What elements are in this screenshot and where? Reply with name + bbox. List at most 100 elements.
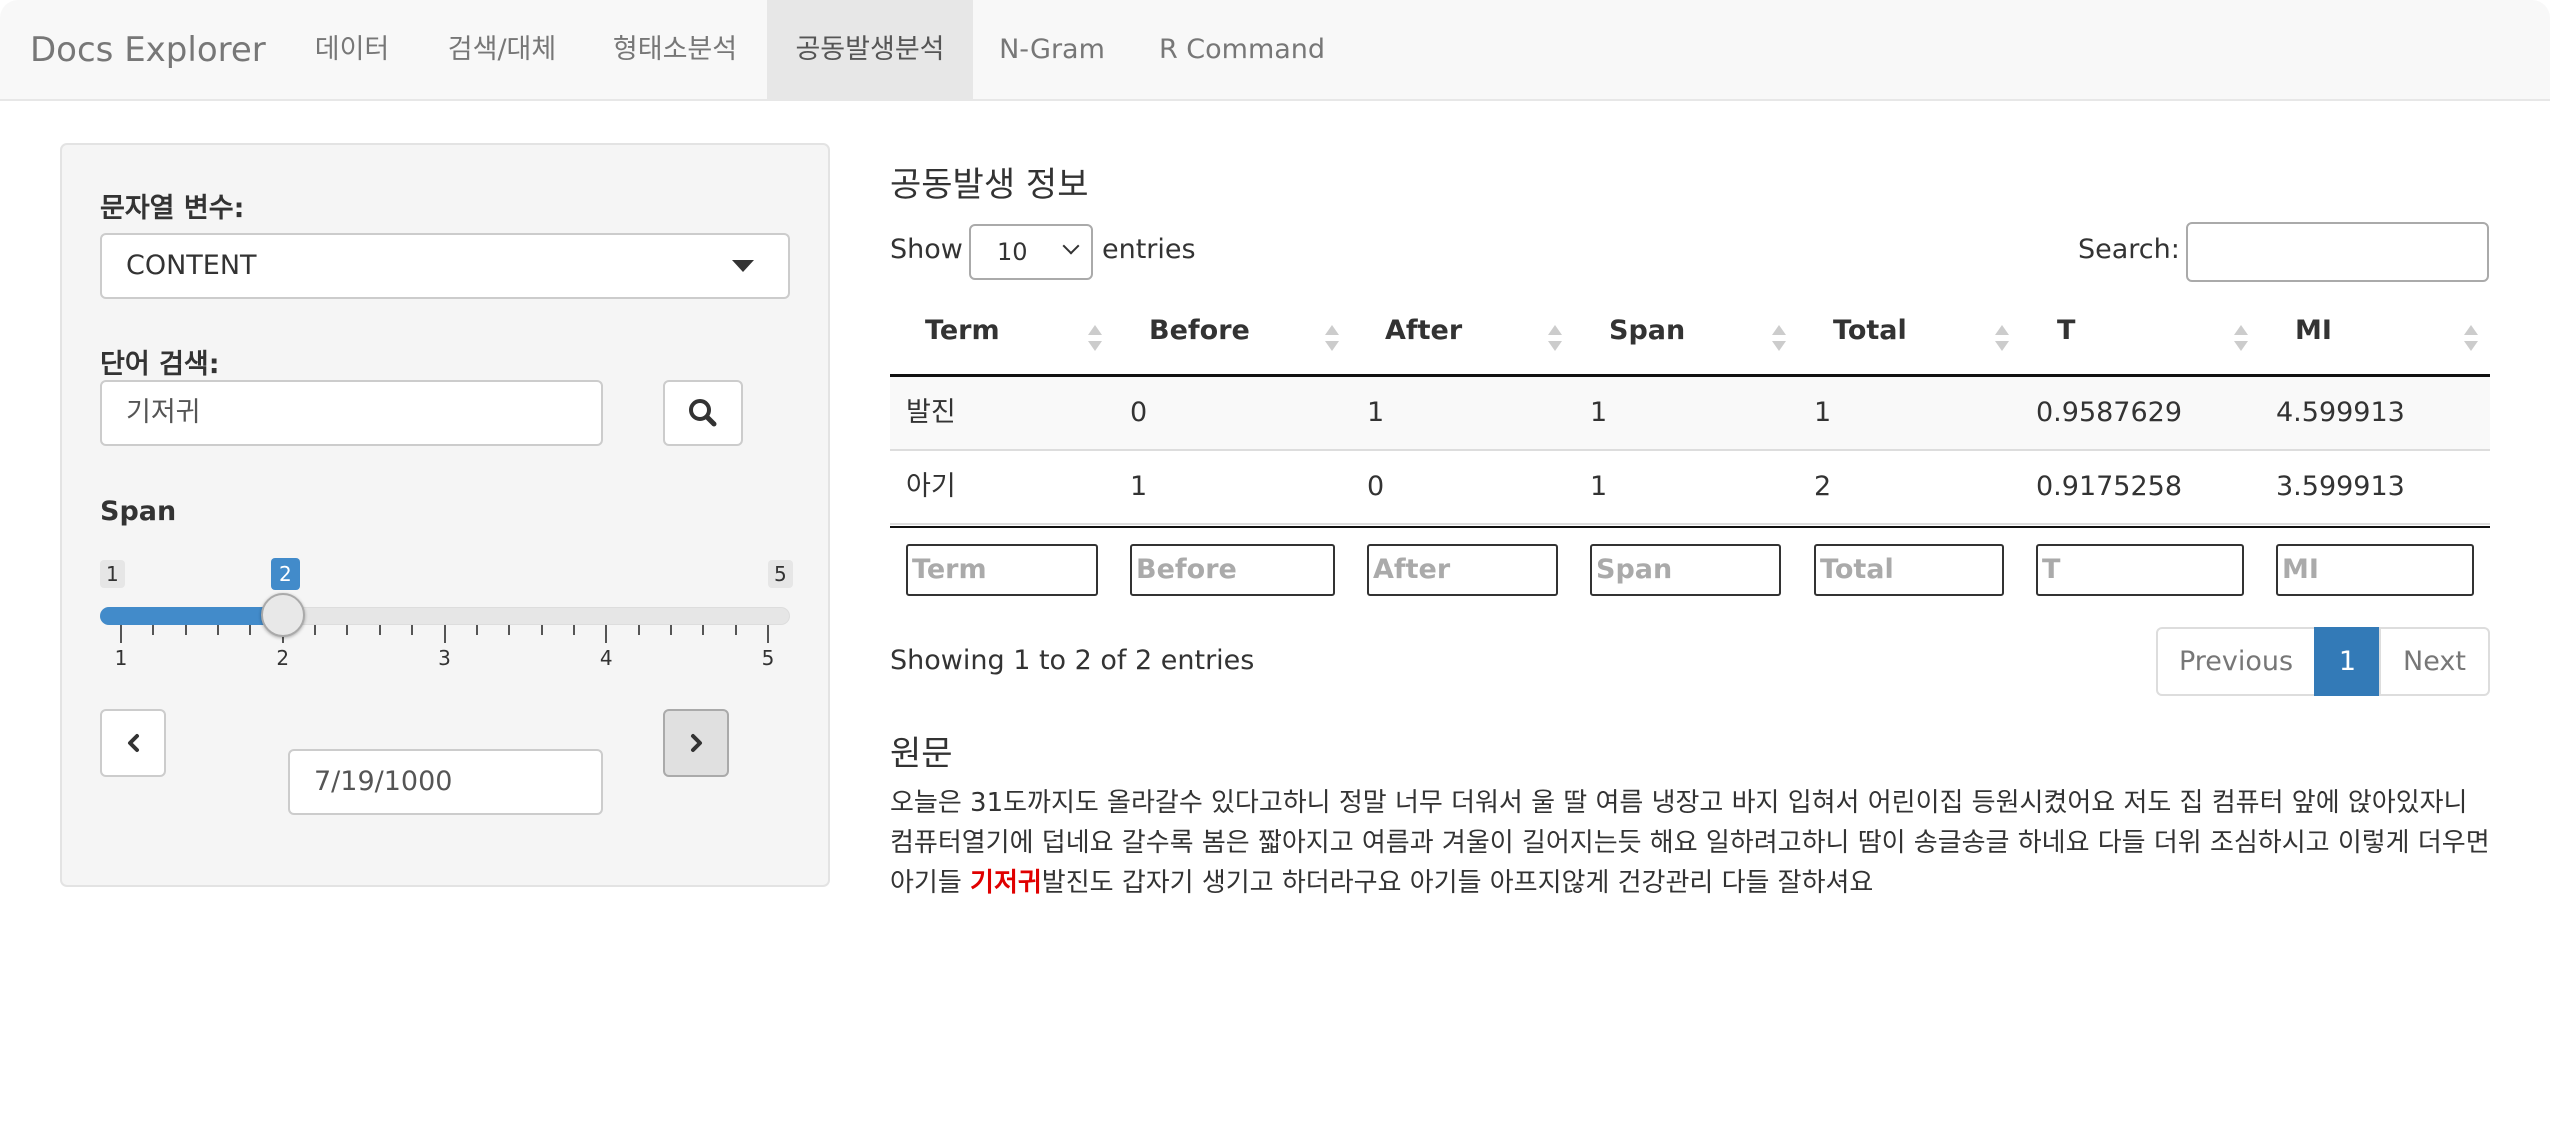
slider-major-tick [605, 625, 608, 643]
column-header-before[interactable]: Before [1149, 315, 1250, 346]
table-row[interactable]: 발진 0 1 1 1 0.9587629 4.599913 [890, 377, 2490, 451]
slider-min-label: 1 [100, 560, 125, 588]
variable-label: 문자열 변수: [100, 193, 245, 224]
slider-minor-tick [217, 625, 220, 635]
next-doc-button[interactable] [663, 709, 729, 777]
search-icon [689, 399, 717, 427]
slider-minor-tick [669, 625, 672, 635]
date-input[interactable]: 7/19/1000 [288, 749, 603, 815]
pagination-previous[interactable]: Previous [2156, 627, 2316, 696]
word-search-label: 단어 검색: [100, 349, 220, 380]
column-header-mi[interactable]: MI [2295, 315, 2332, 346]
pagination-page-1[interactable]: 1 [2314, 627, 2381, 696]
tab-cooccurrence-analysis[interactable]: 공동발생분석 [767, 0, 973, 99]
search-label: Search: [2078, 234, 2180, 265]
tab-data[interactable]: 데이터 [296, 0, 408, 99]
slider-minor-tick [702, 625, 705, 635]
pagination-next[interactable]: Next [2379, 627, 2490, 696]
tab-r-command[interactable]: R Command [1146, 0, 1338, 99]
slider-minor-tick [540, 625, 543, 635]
slider-tick-label: 4 [599, 646, 613, 670]
slider-minor-tick [152, 625, 155, 635]
slider-minor-tick [411, 625, 414, 635]
cooccurrence-title: 공동발생 정보 [890, 165, 1089, 205]
cell-t: 0.9587629 [2036, 397, 2183, 428]
table-footer-border [890, 526, 2490, 528]
span-slider-handle[interactable] [261, 593, 305, 637]
source-text: 오늘은 31도까지도 올라갈수 있다고하니 정말 너무 더워서 울 딸 여름 냉… [890, 783, 2490, 903]
cell-mi: 4.599913 [2276, 397, 2405, 428]
app-brand[interactable]: Docs Explorer [30, 0, 266, 101]
slider-minor-tick [508, 625, 511, 635]
filter-term-input[interactable]: Term [906, 544, 1098, 596]
filter-t-input[interactable]: T [2036, 544, 2244, 596]
slider-tick-label: 2 [276, 646, 290, 670]
tab-search-replace[interactable]: 검색/대체 [418, 0, 586, 99]
chevron-down-icon [1062, 237, 1080, 255]
filter-span-input[interactable]: Span [1590, 544, 1781, 596]
filter-mi-input[interactable]: MI [2276, 544, 2474, 596]
chevron-right-icon [691, 734, 702, 752]
filter-total-input[interactable]: Total [1814, 544, 2004, 596]
table-info: Showing 1 to 2 of 2 entries [890, 645, 1255, 676]
cell-term: 발진 [906, 397, 956, 428]
entries-length-select[interactable]: 10 [969, 224, 1093, 280]
slider-major-tick [120, 625, 122, 643]
word-search-button[interactable] [663, 380, 743, 446]
slider-minor-tick [475, 625, 478, 635]
column-header-span[interactable]: Span [1609, 315, 1685, 346]
cell-after: 1 [1367, 397, 1385, 428]
slider-tick-label: 5 [761, 646, 775, 670]
source-text-after: 발진도 갑자기 생기고 하더라구요 아기들 아프지않게 건강관리 다들 잘하셔요 [1041, 868, 1874, 898]
slider-minor-tick [314, 625, 317, 635]
cell-mi: 3.599913 [2276, 471, 2405, 502]
cell-span: 1 [1590, 471, 1608, 502]
table-search-input[interactable] [2186, 222, 2489, 282]
slider-minor-tick [184, 625, 187, 635]
sort-icon[interactable] [1325, 325, 1339, 355]
column-header-term[interactable]: Term [925, 315, 1000, 346]
slider-major-tick [767, 625, 769, 643]
caret-down-icon [732, 260, 754, 272]
table-row[interactable]: 아기 1 0 1 2 0.9175258 3.599913 [890, 451, 2490, 525]
slider-max-label: 5 [768, 560, 793, 588]
variable-select-value: CONTENT [126, 250, 257, 281]
span-slider-fill [100, 607, 283, 625]
previous-doc-button[interactable] [100, 709, 166, 777]
filter-after-input[interactable]: After [1367, 544, 1558, 596]
slider-minor-tick [346, 625, 349, 635]
sort-icon[interactable] [1772, 325, 1786, 355]
slider-value-label: 2 [271, 558, 300, 590]
source-text-title: 원문 [890, 734, 953, 774]
tab-morpheme-analysis[interactable]: 형태소분석 [596, 0, 754, 99]
sort-icon[interactable] [1088, 325, 1102, 355]
chevron-left-icon [128, 734, 139, 752]
sort-icon[interactable] [1548, 325, 1562, 355]
slider-minor-tick [572, 625, 575, 635]
show-label: Show [890, 234, 963, 265]
word-search-input[interactable]: 기저귀 [100, 380, 603, 446]
sort-icon[interactable] [2464, 325, 2478, 355]
cell-total: 1 [1814, 397, 1832, 428]
slider-minor-tick [249, 625, 252, 635]
filter-before-input[interactable]: Before [1130, 544, 1335, 596]
slider-minor-tick [734, 625, 737, 635]
highlighted-term: 기저귀 [970, 868, 1042, 898]
sort-icon[interactable] [2234, 325, 2248, 355]
cell-total: 2 [1814, 471, 1832, 502]
slider-major-tick [443, 625, 446, 643]
entries-label: entries [1102, 234, 1196, 265]
slider-tick-label: 3 [438, 646, 451, 670]
cell-span: 1 [1590, 397, 1608, 428]
entries-length-value: 10 [997, 238, 1028, 266]
cell-after: 0 [1367, 471, 1385, 502]
cell-t: 0.9175258 [2036, 471, 2183, 502]
column-header-after[interactable]: After [1385, 315, 1462, 346]
tab-ngram[interactable]: N-Gram [985, 0, 1119, 99]
sort-icon[interactable] [1995, 325, 2009, 355]
column-header-t[interactable]: T [2057, 315, 2075, 346]
cell-term: 아기 [906, 471, 956, 502]
variable-select[interactable]: CONTENT [100, 233, 790, 299]
slider-tick-label: 1 [114, 646, 128, 670]
column-header-total[interactable]: Total [1833, 315, 1907, 346]
